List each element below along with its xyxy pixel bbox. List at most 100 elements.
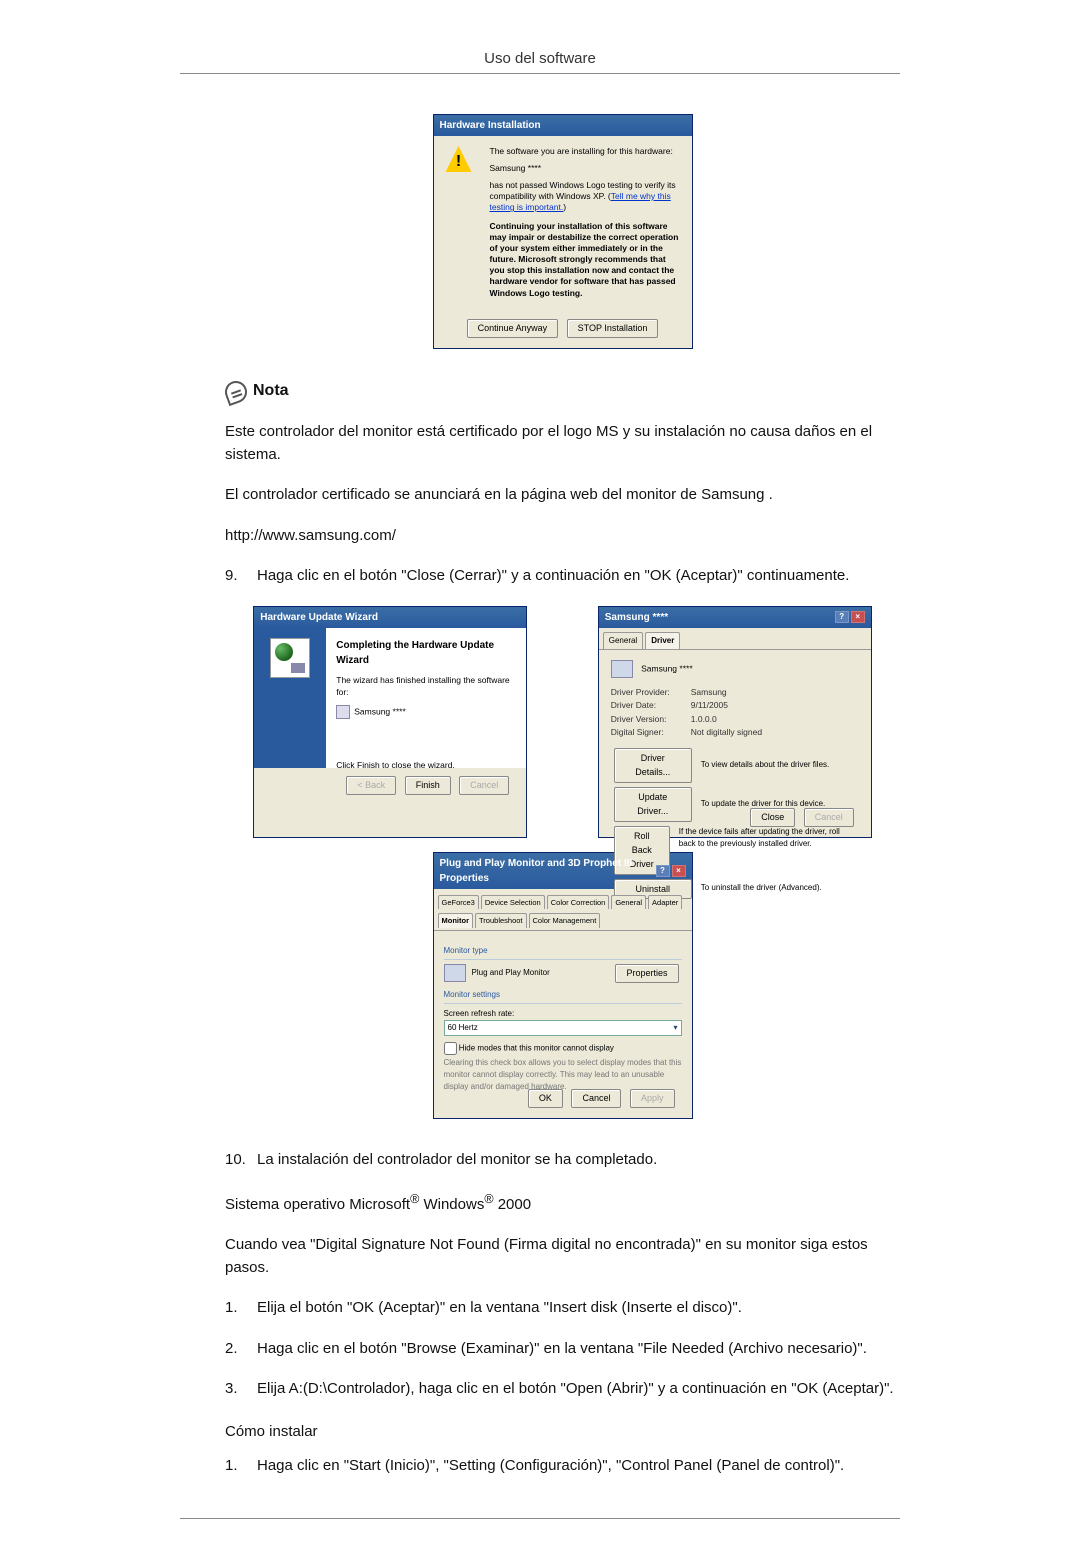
dialog-title: Hardware Update Wizard (260, 610, 378, 625)
lbl-provider: Driver Provider: (611, 686, 691, 700)
dialog-titlebar: Samsung **** ? × (599, 607, 871, 628)
close-icon[interactable]: × (672, 865, 686, 877)
val-date: 9/11/2005 (691, 699, 728, 713)
driver-details-button[interactable]: Driver Details... (614, 748, 692, 783)
monitor-icon (611, 660, 633, 678)
refresh-label: Screen refresh rate: (444, 1008, 682, 1020)
hw-line1: The software you are installing for this… (490, 146, 680, 157)
step-text: Elija A:(D:\Controlador), haga clic en e… (257, 1378, 900, 1401)
refresh-rate-value: 60 Hertz (448, 1022, 478, 1034)
dialog-title: Hardware Installation (440, 118, 541, 133)
lbl-signer: Digital Signer: (611, 726, 691, 740)
wizard-banner (254, 628, 326, 768)
lbl-date: Driver Date: (611, 699, 691, 713)
dialog-titlebar: Hardware Update Wizard (254, 607, 526, 628)
note-label: Nota (253, 379, 289, 403)
val-signer: Not digitally signed (691, 726, 762, 740)
group-monitor-type: Monitor type (444, 945, 682, 957)
lbl-version: Driver Version: (611, 713, 691, 727)
hardware-installation-dialog: Hardware Installation The software you a… (433, 114, 693, 349)
driver-properties-dialog: Samsung **** ? × General Driver Samsung … (598, 606, 872, 839)
tab-monitor[interactable]: Monitor (438, 913, 474, 927)
step-text: Elija el botón "OK (Aceptar)" en la vent… (257, 1297, 900, 1320)
os-text-b: Windows (419, 1196, 484, 1213)
refresh-rate-select[interactable]: 60 Hertz ▾ (444, 1020, 682, 1036)
step-number: 1. (225, 1297, 257, 1320)
wizard-heading: Completing the Hardware Update Wizard (336, 638, 516, 668)
close-icon[interactable]: × (851, 611, 865, 623)
dialog-title: Samsung **** (605, 610, 668, 625)
monitor-type-value: Plug and Play Monitor (472, 968, 550, 977)
step-number: 9. (225, 565, 257, 588)
reg-mark: ® (410, 1192, 419, 1206)
chevron-down-icon: ▾ (673, 1022, 677, 1034)
finish-button[interactable]: Finish (405, 776, 451, 796)
wizard-subtext: The wizard has finished installing the s… (336, 674, 516, 700)
step-text: Haga clic en "Start (Inicio)", "Setting … (257, 1455, 900, 1478)
tab-general[interactable]: General (603, 632, 643, 649)
reg-mark: ® (484, 1192, 493, 1206)
os-text-c: 2000 (494, 1196, 532, 1213)
warning-icon (446, 146, 472, 172)
signature-paragraph: Cuando vea "Digital Signature Not Found … (225, 1234, 900, 1279)
val-provider: Samsung (691, 686, 727, 700)
hardware-update-wizard-dialog: Hardware Update Wizard Completing the Ha… (253, 606, 527, 839)
help-button[interactable]: ? (835, 611, 849, 623)
page-header: Uso del software (180, 50, 900, 67)
step-number: 1. (225, 1455, 257, 1478)
note-paragraph: Este controlador del monitor está certif… (225, 421, 900, 466)
dialog-title: Plug and Play Monitor and 3D Prophet III… (440, 856, 656, 886)
os-text-a: Sistema operativo Microsoft (225, 1196, 410, 1213)
pnp-tabstrip: GeForce3 Device Selection Color Correcti… (434, 889, 692, 931)
back-button: < Back (346, 776, 396, 796)
footer-rule (180, 1518, 900, 1519)
tab-geforce[interactable]: GeForce3 (438, 895, 479, 909)
dialog-titlebar: Plug and Play Monitor and 3D Prophet III… (434, 853, 692, 889)
tab-color-correction[interactable]: Color Correction (547, 895, 610, 909)
rollback-driver-desc: If the device fails after updating the d… (679, 826, 859, 852)
tab-color-management[interactable]: Color Management (529, 913, 601, 927)
update-driver-button[interactable]: Update Driver... (614, 787, 692, 822)
step-text: Haga clic en el botón "Browse (Examinar)… (257, 1338, 900, 1361)
step-number: 2. (225, 1338, 257, 1361)
properties-button[interactable]: Properties (615, 964, 678, 984)
hide-modes-checkbox[interactable] (444, 1042, 457, 1055)
step-number: 10. (225, 1149, 257, 1172)
monitor-icon (444, 964, 466, 982)
step-10-text: La instalación del controlador del monit… (257, 1149, 900, 1172)
os-line: Sistema operativo Microsoft® Windows® 20… (225, 1190, 900, 1217)
hw-device: Samsung **** (490, 163, 680, 174)
wizard-finish-hint: Click Finish to close the wizard. (336, 759, 516, 772)
driver-details-desc: To view details about the driver files. (701, 759, 830, 772)
hw-warning-bold: Continuing your installation of this sof… (490, 221, 680, 298)
continue-anyway-button[interactable]: Continue Anyway (467, 319, 559, 339)
samsung-url[interactable]: http://www.samsung.com/ (225, 525, 900, 548)
tab-adapter[interactable]: Adapter (648, 895, 682, 909)
uninstall-desc: To uninstall the driver (Advanced). (701, 882, 822, 895)
hide-modes-label: Hide modes that this monitor cannot disp… (459, 1044, 614, 1053)
group-monitor-settings: Monitor settings (444, 989, 682, 1001)
header-rule (180, 73, 900, 74)
val-version: 1.0.0.0 (691, 713, 717, 727)
wizard-icon (270, 638, 310, 678)
props-device: Samsung **** (641, 663, 693, 673)
cancel-button: Cancel (459, 776, 509, 796)
hide-modes-desc: Clearing this check box allows you to se… (444, 1057, 682, 1093)
step-number: 3. (225, 1378, 257, 1401)
tab-driver[interactable]: Driver (645, 632, 680, 649)
tab-troubleshoot[interactable]: Troubleshoot (475, 913, 527, 927)
wizard-device: Samsung **** (354, 706, 406, 716)
note-icon (222, 378, 250, 406)
cert-paragraph: El controlador certificado se anunciará … (225, 484, 900, 507)
tab-general[interactable]: General (611, 895, 646, 909)
dialog-titlebar: Hardware Installation (434, 115, 692, 136)
cancel-button: Cancel (804, 808, 854, 828)
stop-installation-button[interactable]: STOP Installation (567, 319, 659, 339)
hw-line2b: ) (563, 202, 566, 212)
close-button[interactable]: Close (750, 808, 795, 828)
tab-device-selection[interactable]: Device Selection (481, 895, 545, 909)
help-button[interactable]: ? (656, 865, 670, 877)
device-icon (336, 705, 350, 719)
step-9-text: Haga clic en el botón "Close (Cerrar)" y… (257, 565, 900, 588)
how-to-install-heading: Cómo instalar (225, 1421, 900, 1444)
